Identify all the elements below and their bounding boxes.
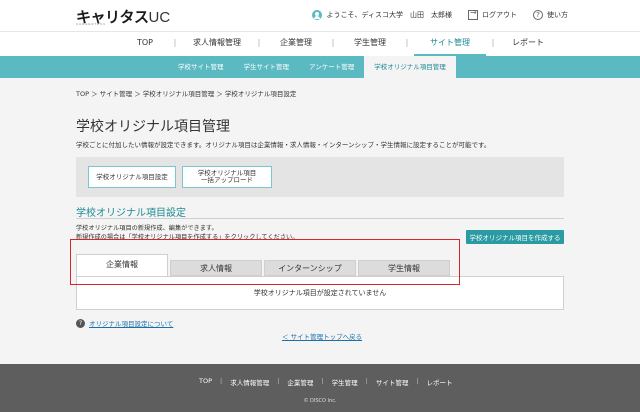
help-link-header[interactable]: 使い方 — [547, 10, 568, 20]
sub-nav: 学校サイト管理 学生サイト管理 アンケート管理 学校オリジナル項目管理 — [0, 56, 640, 78]
tab-job-info[interactable]: 求人情報 — [170, 260, 262, 276]
footer-link-top[interactable]: TOP — [194, 377, 217, 387]
original-item-settings-button[interactable]: 学校オリジナル項目設定 — [88, 166, 176, 188]
site-header: キャリタスUC CAREERTASU ようこそ、ディスコ大学 山田 太郎様 ログ… — [0, 0, 640, 32]
empty-state-message: 学校オリジナル項目が設定されていません — [76, 276, 564, 310]
section-title: 学校オリジナル項目設定 — [76, 208, 186, 219]
page-description: 学校ごとに付加したい情報が設定できます。オリジナル項目は企業情報・求人情報・イン… — [76, 141, 491, 149]
nav-item-company[interactable]: 企業管理 — [266, 32, 326, 56]
nav-item-job-info[interactable]: 求人情報管理 — [182, 32, 252, 56]
help-icon[interactable]: ? — [533, 10, 543, 20]
nav-separator: | — [405, 38, 409, 47]
main-nav: TOP | 求人情報管理 | 企業管理 | 学生管理 | サイト管理 | レポー… — [0, 32, 640, 56]
footer-separator: | — [321, 377, 324, 385]
tab-student-info[interactable]: 学生情報 — [358, 260, 450, 276]
section-divider — [76, 218, 564, 219]
site-footer: TOP | 求人情報管理 | 企業管理 | 学生管理 | サイト管理 | レポー… — [0, 364, 640, 412]
nav-item-report[interactable]: レポート — [500, 32, 556, 56]
footer-separator: | — [277, 377, 280, 385]
breadcrumb: TOP ＞ サイト管理 ＞ 学校オリジナル項目管理 ＞ 学校オリジナル項目設定 — [76, 90, 297, 98]
footer-separator: | — [416, 377, 419, 385]
footer-link-job-info[interactable]: 求人情報管理 — [225, 377, 274, 387]
nav-item-student[interactable]: 学生管理 — [340, 32, 400, 56]
nav-separator: | — [491, 38, 495, 47]
subnav-item-school-site[interactable]: 学校サイト管理 — [168, 56, 234, 78]
nav-separator: | — [173, 38, 177, 47]
category-tabs: 企業情報 求人情報 インターンシップ 学生情報 — [76, 254, 564, 276]
tab-internship[interactable]: インターンシップ — [264, 260, 356, 276]
section-desc-line1: 学校オリジナル項目の新規作成、編集ができます。 — [76, 225, 218, 232]
back-to-site-top-link[interactable]: ＜ サイト管理トップへ戻る — [282, 331, 362, 341]
copyright: © DISCO Inc. — [303, 398, 337, 404]
welcome-text: ようこそ、ディスコ大学 山田 太郎様 — [326, 11, 452, 19]
nav-separator: | — [331, 38, 335, 47]
question-icon: ? — [76, 318, 85, 328]
logo-subtext: CAREERTASU — [76, 22, 107, 26]
bulk-upload-button[interactable]: 学校オリジナル項目 一括アップロード — [182, 166, 272, 188]
subnav-item-survey[interactable]: アンケート管理 — [299, 56, 364, 78]
tab-company-info[interactable]: 企業情報 — [76, 254, 168, 276]
subnav-item-original-items[interactable]: 学校オリジナル項目管理 — [364, 56, 456, 78]
footer-link-report[interactable]: レポート — [422, 377, 458, 387]
user-icon — [312, 10, 323, 20]
original-item-help[interactable]: ? オリジナル項目設定について — [76, 318, 173, 328]
logout-link[interactable]: ログアウト — [482, 10, 517, 20]
footer-link-student[interactable]: 学生管理 — [327, 377, 363, 387]
footer-separator: | — [220, 377, 223, 385]
logout-icon[interactable] — [468, 8, 478, 20]
footer-link-site[interactable]: サイト管理 — [371, 377, 414, 387]
original-item-help-link[interactable]: オリジナル項目設定について — [89, 318, 173, 328]
nav-item-top[interactable]: TOP — [122, 32, 168, 56]
footer-separator: | — [365, 377, 368, 385]
tool-box: 学校オリジナル項目設定 学校オリジナル項目 一括アップロード — [76, 157, 564, 197]
subnav-item-student-site[interactable]: 学生サイト管理 — [234, 56, 300, 78]
page-title: 学校オリジナル項目管理 — [76, 119, 230, 135]
section-desc-line2: 新規作成の場合は「学校オリジナル項目を作成する」をクリックしてください。 — [76, 234, 299, 241]
nav-item-site[interactable]: サイト管理 — [414, 32, 486, 56]
bulk-upload-label-line2: 一括アップロード — [201, 176, 253, 184]
nav-separator: | — [257, 38, 261, 47]
logo-uc-text: UC — [148, 9, 171, 26]
header-user-area: ようこそ、ディスコ大学 山田 太郎様 ログアウト ? 使い方 — [312, 8, 568, 20]
section-description: 学校オリジナル項目の新規作成、編集ができます。 新規作成の場合は「学校オリジナル… — [76, 224, 298, 242]
create-original-item-button[interactable]: 学校オリジナル項目を作成する — [466, 230, 564, 244]
footer-link-company[interactable]: 企業管理 — [282, 377, 318, 387]
